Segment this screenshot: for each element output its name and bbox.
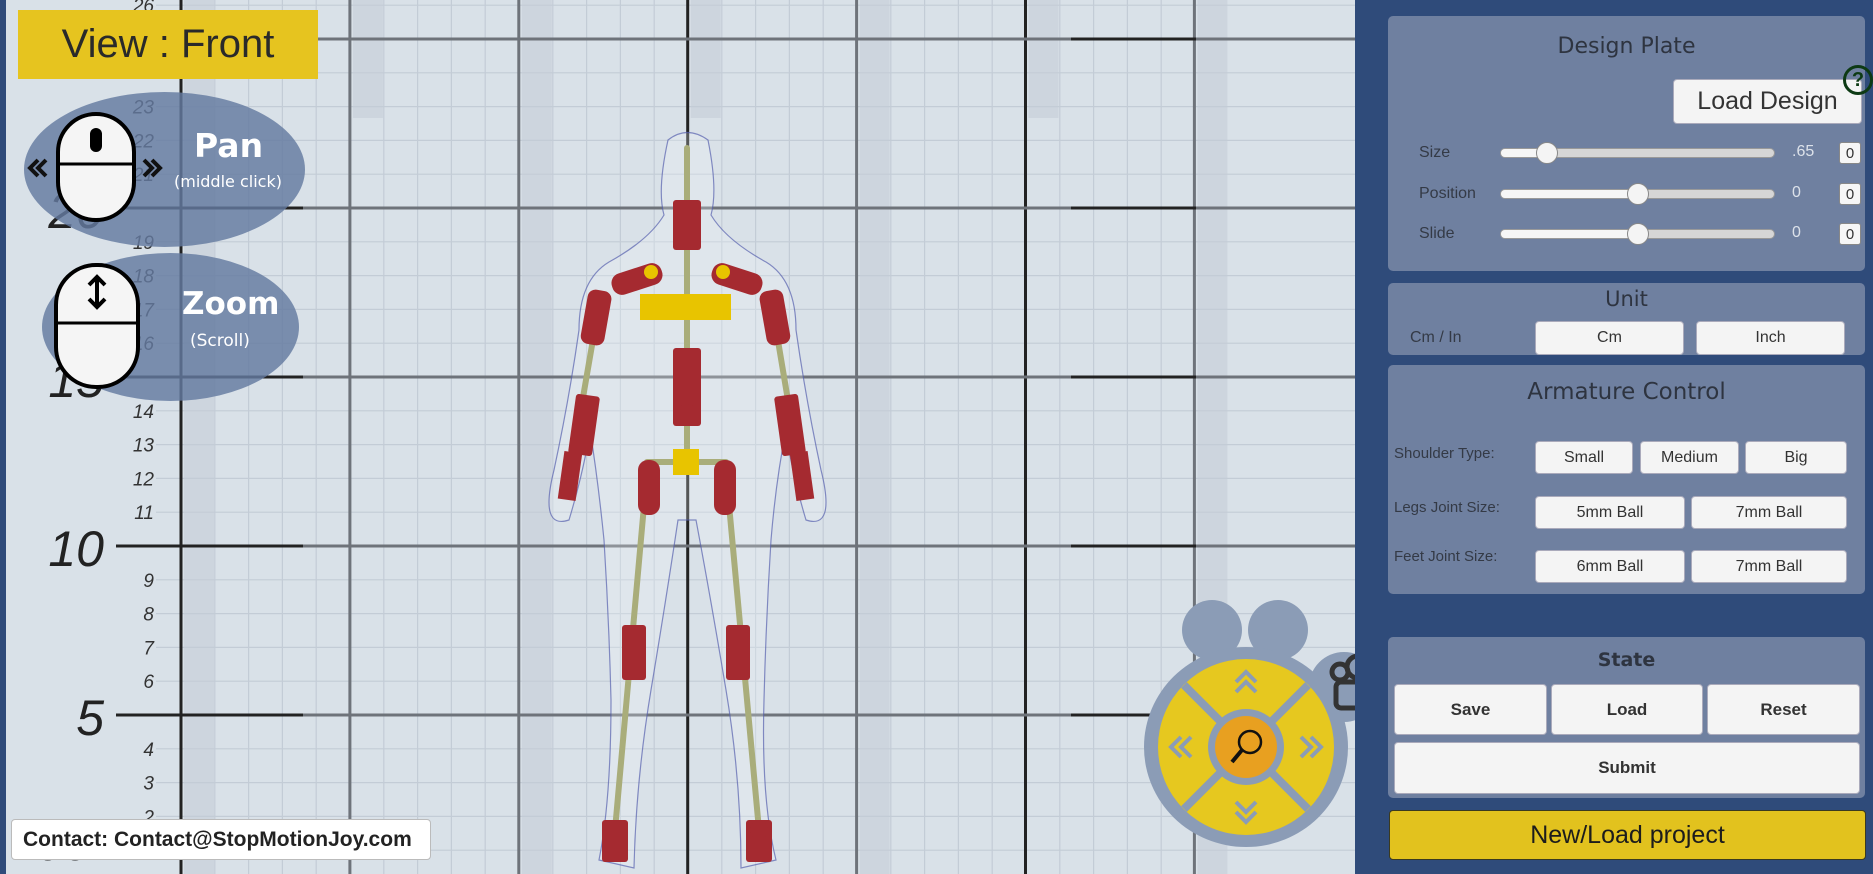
shoulder-medium-button[interactable]: Medium (1640, 441, 1739, 474)
unit-cm-button[interactable]: Cm (1535, 321, 1684, 355)
unit-inch-button[interactable]: Inch (1696, 321, 1845, 355)
zoom-subtitle: (Scroll) (190, 331, 250, 351)
feet-joint-label: Feet Joint Size: (1394, 548, 1498, 565)
zoom-hint: Zoom (Scroll) (42, 253, 299, 401)
armature-control-card: Armature Control Shoulder Type: Small Me… (1388, 365, 1865, 594)
load-button[interactable]: Load (1551, 684, 1703, 735)
shoulder-small-button[interactable]: Small (1535, 441, 1633, 474)
state-title: State (1597, 649, 1656, 671)
design-plate-card: Design Plate Load Design ? Size .65 0 Pos… (1388, 16, 1873, 271)
pelvis-block (673, 449, 699, 475)
view-label: View : Front (18, 10, 318, 79)
pan-hint: Pan (middle click) (24, 92, 305, 247)
slider-thumb[interactable] (1536, 142, 1559, 164)
submit-button[interactable]: Submit (1394, 742, 1860, 794)
unit-label: Cm / In (1410, 329, 1462, 346)
position-slider[interactable] (1500, 183, 1775, 205)
save-button[interactable]: Save (1394, 684, 1547, 735)
slider-value: .65 (1792, 143, 1815, 160)
unit-card: Unit Cm / In Cm Inch (1388, 283, 1865, 355)
size-slider[interactable] (1500, 142, 1775, 164)
slider-value: 0 (1792, 184, 1801, 201)
legs-joint-label: Legs Joint Size: (1394, 499, 1500, 516)
slider-label: Size (1419, 144, 1451, 161)
slider-thumb[interactable] (1626, 183, 1649, 205)
mouse-pan-icon (27, 112, 163, 222)
unit-title: Unit (1605, 287, 1648, 311)
new-load-project-button[interactable]: New/Load project (1389, 810, 1866, 860)
armature-title: Armature Control (1527, 379, 1726, 405)
slider-input[interactable]: 0 (1839, 223, 1861, 245)
feet-7mm-button[interactable]: 7mm Ball (1691, 550, 1847, 583)
chest-plate (640, 294, 731, 320)
contact-info[interactable]: Contact: Contact@StopMotionJoy.com (11, 819, 431, 860)
design-plate-title: Design Plate (1557, 34, 1696, 59)
legs-5mm-button[interactable]: 5mm Ball (1535, 496, 1685, 529)
zoom-title: Zoom (182, 286, 280, 322)
slider-label: Position (1419, 185, 1476, 202)
slider-thumb[interactable] (1626, 223, 1649, 245)
slide-slider[interactable] (1500, 223, 1775, 245)
feet-6mm-button[interactable]: 6mm Ball (1535, 550, 1685, 583)
shoulder-type-label: Shoulder Type: (1394, 445, 1495, 462)
magnifier-button[interactable] (1215, 716, 1277, 778)
slider-input[interactable]: 0 (1839, 183, 1861, 205)
shoulder-big-button[interactable]: Big (1745, 441, 1847, 474)
legs-7mm-button[interactable]: 7mm Ball (1691, 496, 1847, 529)
load-design-button[interactable]: Load Design (1673, 79, 1862, 124)
help-icon[interactable]: ? (1843, 65, 1873, 95)
slider-value: 0 (1792, 224, 1801, 241)
reset-button[interactable]: Reset (1707, 684, 1860, 735)
pan-title: Pan (194, 126, 264, 165)
state-card: State Save Load Reset Submit (1388, 637, 1865, 798)
control-panel: Design Plate Load Design ? Size .65 0 Pos… (1355, 0, 1873, 874)
slider-label: Slide (1419, 225, 1455, 242)
pan-subtitle: (middle click) (174, 172, 282, 191)
slider-input[interactable]: 0 (1839, 142, 1861, 164)
3d-viewport[interactable]: 2346789111213141617181921222326510152025… (0, 0, 1366, 874)
mouse-scroll-icon (54, 263, 140, 389)
camera-nav-control[interactable] (1136, 590, 1366, 860)
